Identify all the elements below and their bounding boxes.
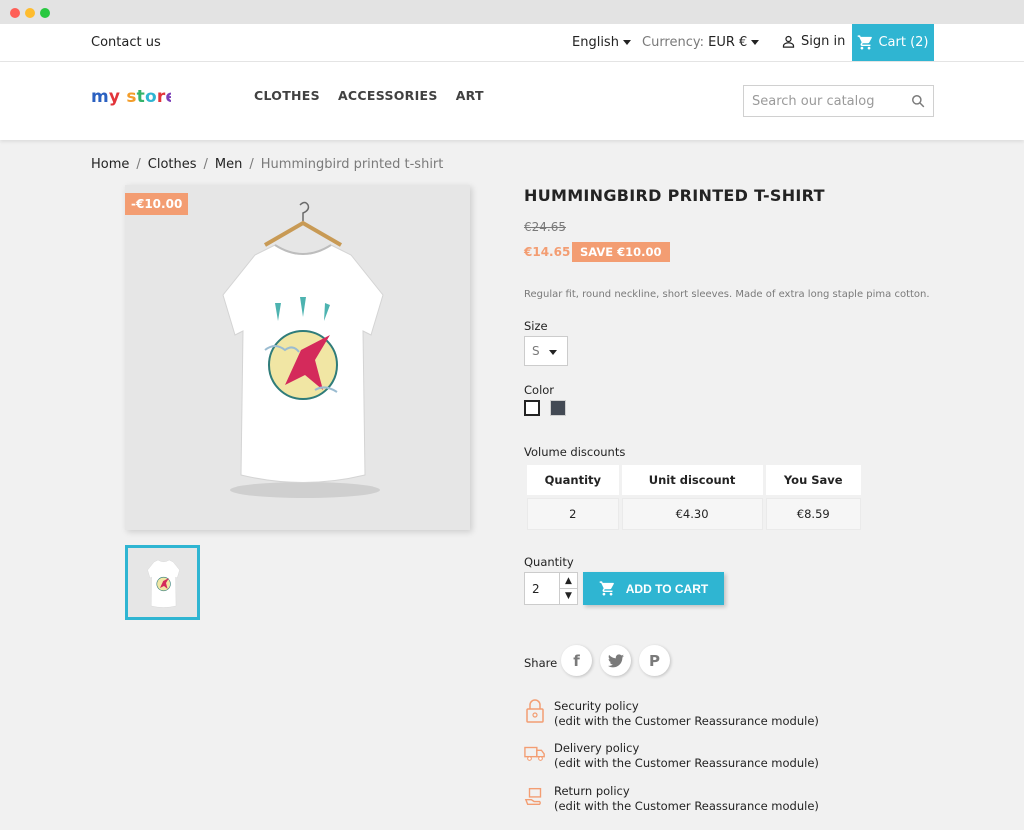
my-store-logo: my store [91,87,177,107]
color-label: Color [524,383,555,397]
nav-accessories[interactable]: ACCESSORIES [338,88,438,103]
search-box [743,85,934,117]
regular-price: €24.65 [524,220,566,234]
size-value: S [532,344,540,358]
reassurance-return: Return policy (edit with the Customer Re… [524,784,819,814]
share-facebook-button[interactable]: f [561,645,592,676]
add-to-cart-label: ADD TO CART [625,581,709,596]
breadcrumb-separator: / [203,157,208,172]
lock-icon [524,699,546,723]
breadcrumb-clothes[interactable]: Clothes [148,157,197,172]
user-icon [782,35,795,48]
language-selector[interactable]: English [572,35,631,50]
quantity-input[interactable] [525,573,561,604]
twitter-icon [607,653,624,667]
breadcrumb-current: Hummingbird printed t-shirt [260,157,444,172]
breadcrumb-separator: / [249,157,254,172]
language-label: English [572,35,619,50]
current-price: €14.65 [524,245,571,259]
cart-button[interactable]: Cart (2) [852,24,934,61]
currency-selector[interactable]: Currency: EUR € [642,35,760,50]
policy-title: Security policy [554,699,639,713]
column-header-quantity: Quantity [527,465,619,495]
return-package-icon [524,784,546,808]
product-thumbnail[interactable] [125,545,200,620]
table-header-row: Quantity Unit discount You Save [527,465,861,495]
quantity-stepper: ▲ ▼ [524,572,578,605]
product-main-image[interactable] [125,185,470,530]
contact-us-link[interactable]: Contact us [91,35,161,50]
share-label: Share [524,656,558,670]
store-logo[interactable]: my store [91,84,177,113]
chevron-down-icon [549,350,557,355]
cell-quantity: 2 [527,498,619,530]
close-window-dot[interactable] [10,8,20,18]
policy-subtitle: (edit with the Customer Reassurance modu… [554,799,819,813]
top-bar: Contact us English Currency: EUR € Sign … [0,24,1024,62]
share-pinterest-button[interactable]: P [639,645,670,676]
breadcrumb-men[interactable]: Men [215,157,242,172]
volume-discounts-table: Quantity Unit discount You Save 2 €4.30 … [524,462,864,533]
quantity-label: Quantity [524,555,574,569]
policy-subtitle: (edit with the Customer Reassurance modu… [554,756,819,770]
minimize-window-dot[interactable] [25,8,35,18]
policy-title: Delivery policy [554,741,640,755]
color-swatch-white[interactable] [524,400,540,416]
tshirt-image [125,185,470,530]
discount-flag: -€10.00 [125,193,189,215]
chevron-down-icon [751,40,760,45]
chevron-down-icon [622,40,631,45]
cell-unit-discount: €4.30 [621,498,763,530]
column-header-you-save: You Save [765,465,861,495]
cart-label: Cart (2) [878,35,929,50]
table-row: 2 €4.30 €8.59 [527,498,861,530]
search-input[interactable] [744,86,904,116]
column-header-unit-discount: Unit discount [621,465,763,495]
sign-in-link[interactable]: Sign in [781,34,845,49]
window-titlebar [0,0,1024,24]
svg-text:my store: my store [91,87,171,107]
size-label: Size [524,319,548,333]
product-description: Regular fit, round neckline, short sleev… [524,289,930,300]
cart-icon [599,581,614,596]
volume-discounts-title: Volume discounts [524,445,626,459]
cell-you-save: €8.59 [765,498,861,530]
sign-in-label: Sign in [801,34,846,49]
search-icon[interactable] [911,94,925,108]
cart-icon [858,35,873,50]
currency-label: Currency: [642,35,705,50]
breadcrumb-separator: / [136,157,141,172]
reassurance-security: Security policy (edit with the Customer … [524,699,819,729]
quantity-increase-button[interactable]: ▲ [559,573,577,589]
main-nav: CLOTHES ACCESSORIES ART [254,88,484,103]
reassurance-delivery: Delivery policy (edit with the Customer … [524,741,819,771]
breadcrumb: Home / Clothes / Men / Hummingbird print… [91,157,443,172]
site-header: my store CLOTHES ACCESSORIES ART [0,62,1024,140]
delivery-truck-icon [524,741,546,765]
facebook-icon: f [573,651,580,670]
share-twitter-button[interactable] [600,645,631,676]
save-badge: SAVE €10.00 [572,242,670,262]
nav-clothes[interactable]: CLOTHES [254,88,320,103]
add-to-cart-button[interactable]: ADD TO CART [583,572,724,605]
policy-title: Return policy [554,784,630,798]
tshirt-thumbnail-image [128,548,197,617]
quantity-decrease-button[interactable]: ▼ [559,588,577,604]
size-select[interactable]: S [524,336,568,366]
breadcrumb-home[interactable]: Home [91,157,129,172]
policy-subtitle: (edit with the Customer Reassurance modu… [554,714,819,728]
currency-value: EUR € [708,35,748,50]
product-title: HUMMINGBIRD PRINTED T-SHIRT [524,186,825,205]
maximize-window-dot[interactable] [40,8,50,18]
color-swatch-dark-gray[interactable] [550,400,566,416]
pinterest-icon: P [649,651,660,670]
nav-art[interactable]: ART [456,88,484,103]
